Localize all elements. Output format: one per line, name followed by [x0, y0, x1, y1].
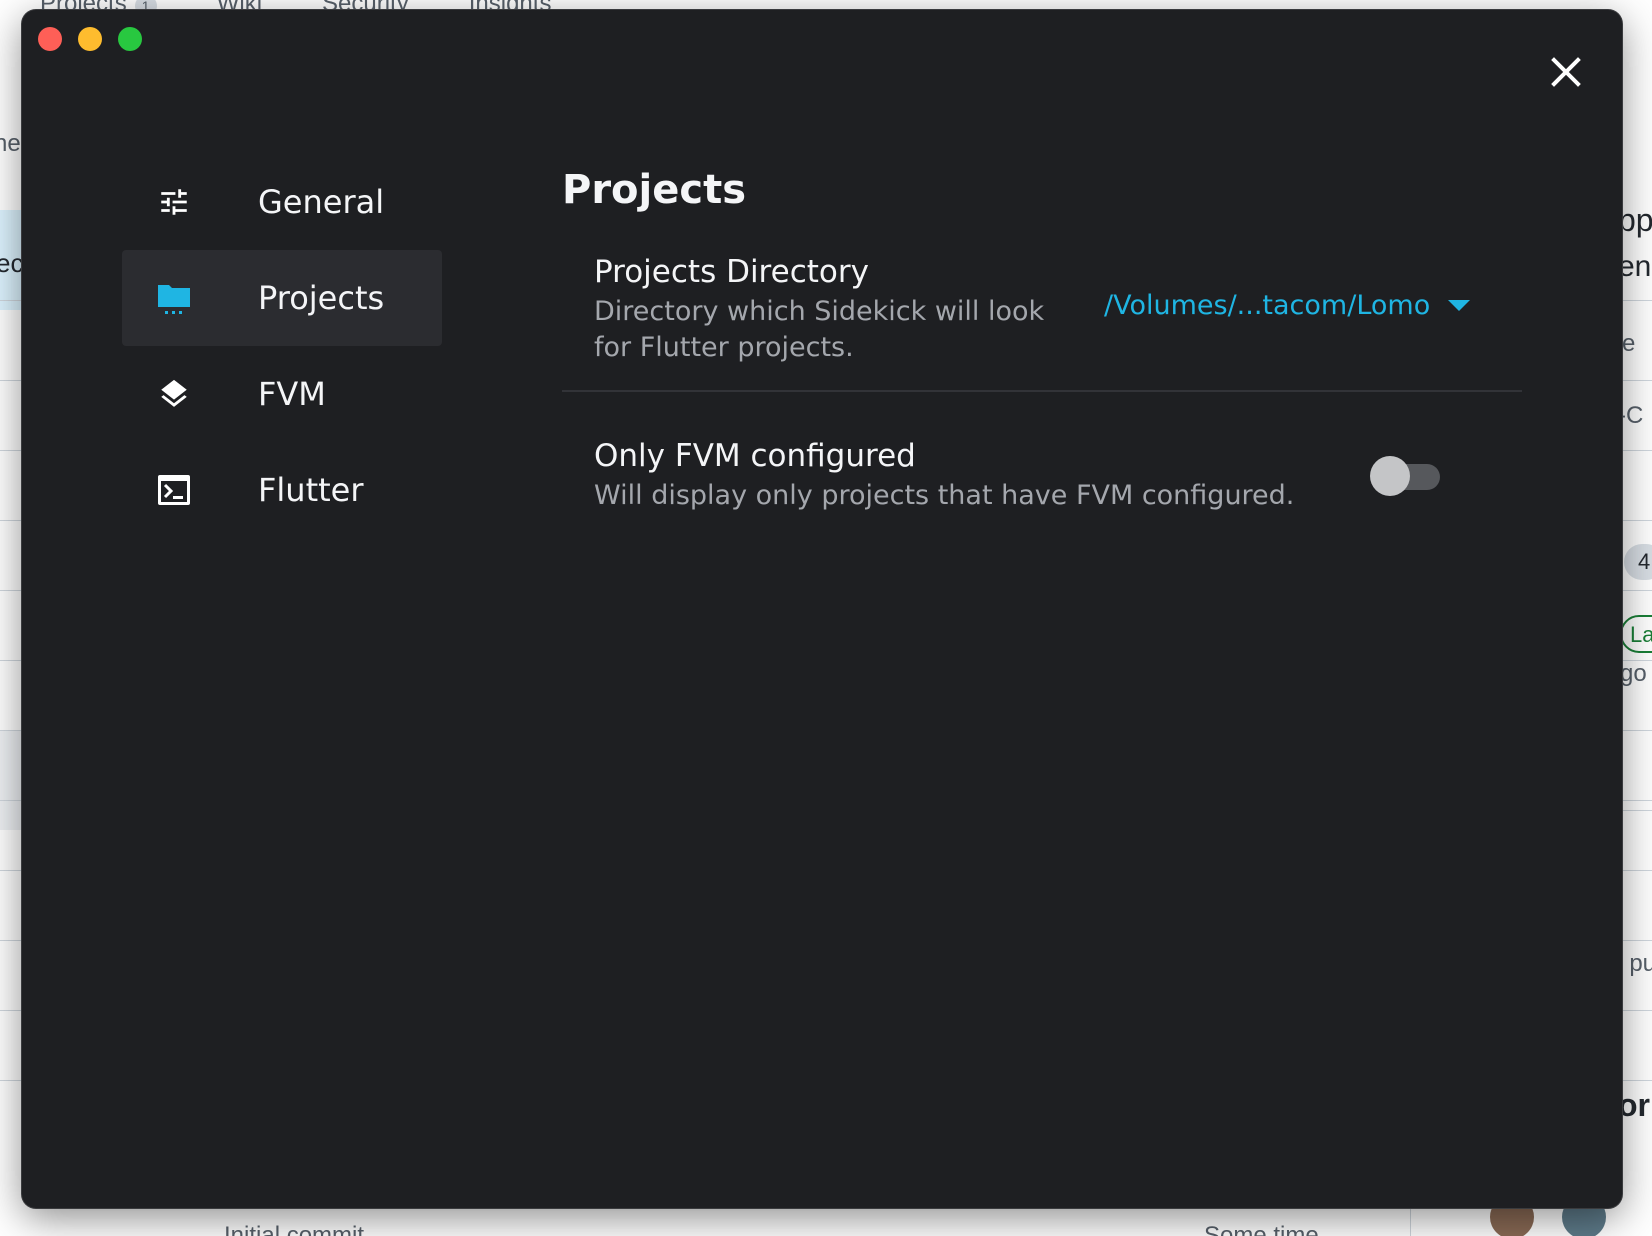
page-title: Projects: [562, 167, 747, 213]
layers-icon: [156, 376, 192, 412]
background-text: ec: [0, 248, 24, 278]
background-heading: or: [1618, 1087, 1650, 1123]
sidebar-item-flutter[interactable]: Flutter: [122, 442, 442, 538]
setting-only-fvm: Only FVM configured Will display only pr…: [562, 436, 1522, 526]
projects-directory-select[interactable]: /Volumes/...tacom/Lomo: [1104, 290, 1471, 321]
background-text: en: [1618, 250, 1652, 283]
background-text: pp: [1618, 202, 1652, 238]
sidebar-item-label: General: [258, 183, 385, 221]
background-text: e: [1622, 330, 1636, 357]
background-text: ne: [0, 130, 21, 157]
sidebar-item-label: Flutter: [258, 471, 364, 509]
settings-sidebar: General Projects FVM Flutter: [122, 154, 442, 538]
window-zoom-button[interactable]: [118, 27, 142, 51]
close-icon: [1551, 57, 1581, 87]
folder-icon: [156, 280, 192, 316]
sliders-icon: [156, 184, 192, 220]
toggle-knob: [1370, 456, 1410, 496]
window-controls: [38, 27, 142, 51]
background-highlight: [0, 730, 22, 830]
sidebar-item-label: FVM: [258, 375, 326, 413]
sidebar-item-label: Projects: [258, 279, 385, 317]
terminal-icon: [156, 472, 192, 508]
settings-content: Projects Projects Directory Directory wh…: [562, 160, 1522, 526]
close-settings-button[interactable]: [1542, 48, 1590, 96]
background-count-badge: 4: [1624, 544, 1652, 580]
projects-directory-value: /Volumes/...tacom/Lomo: [1104, 290, 1431, 321]
setting-title: Projects Directory: [594, 254, 869, 290]
window-minimize-button[interactable]: [78, 27, 102, 51]
window-close-button[interactable]: [38, 27, 62, 51]
background-commit-time: Some time: [1204, 1222, 1319, 1236]
background-label-badge[interactable]: La: [1620, 615, 1652, 653]
setting-description: Directory which Sidekick will look for F…: [594, 296, 1045, 363]
only-fvm-toggle[interactable]: [1370, 456, 1442, 496]
sidebar-item-general[interactable]: General: [122, 154, 442, 250]
chevron-down-icon: [1448, 300, 1471, 311]
background-divider: [1620, 810, 1652, 811]
sidebar-item-fvm[interactable]: FVM: [122, 346, 442, 442]
sidebar-item-projects[interactable]: Projects: [122, 250, 442, 346]
background-commit-message[interactable]: Initial commit: [224, 1222, 364, 1236]
setting-projects-directory: Projects Directory Directory which Sidek…: [562, 252, 1522, 392]
background-text: go: [1620, 660, 1647, 687]
settings-window: General Projects FVM Flutter Projects Pr…: [22, 10, 1622, 1208]
